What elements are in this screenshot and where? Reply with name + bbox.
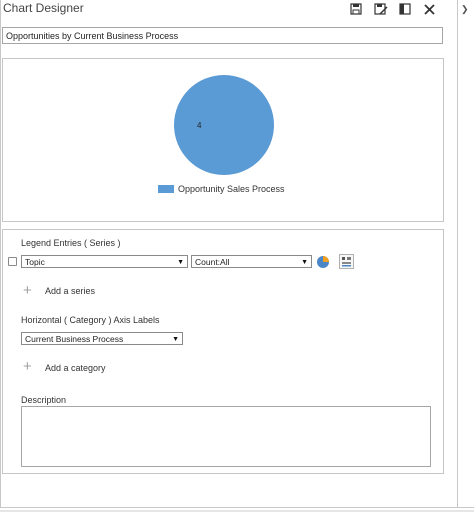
description-label: Description <box>21 395 67 405</box>
description-field[interactable] <box>21 406 431 467</box>
save-and-close-button[interactable] <box>373 1 389 17</box>
category-field-value: Current Business Process <box>25 334 124 344</box>
layout-icon <box>399 3 411 15</box>
toggle-layout-button[interactable] <box>397 1 413 17</box>
series-options-button[interactable] <box>339 254 354 274</box>
chevron-down-icon: ▼ <box>172 336 179 343</box>
category-field-select[interactable]: Current Business Process ▼ <box>21 332 183 345</box>
pie-slice <box>174 75 274 175</box>
add-category-plus-icon[interactable]: + <box>23 359 32 374</box>
chart-type-button[interactable] <box>316 255 330 274</box>
chart-config-panel: Legend Entries ( Series ) Topic ▼ Count:… <box>2 229 444 474</box>
series-aggregate-value: Count:All <box>195 257 230 267</box>
chart-preview-panel: 4 Opportunity Sales Process <box>2 58 444 222</box>
expand-panel-button[interactable]: ❯ <box>461 4 469 15</box>
save-icon <box>350 3 362 15</box>
legend-label: Opportunity Sales Process <box>178 184 285 194</box>
chevron-down-icon: ▼ <box>301 259 308 266</box>
pie-data-label: 4 <box>197 121 202 130</box>
window-right-border <box>457 0 458 508</box>
category-header: Horizontal ( Category ) Axis Labels <box>21 315 160 325</box>
add-series-link[interactable]: Add a series <box>45 286 95 296</box>
series-header: Legend Entries ( Series ) <box>21 238 121 248</box>
series-checkbox[interactable] <box>8 257 17 266</box>
close-button[interactable] <box>421 1 437 17</box>
series-field-value: Topic <box>25 257 45 267</box>
add-category-link[interactable]: Add a category <box>45 363 106 373</box>
chevron-down-icon: ▼ <box>177 259 184 266</box>
save-close-icon <box>374 2 388 15</box>
window-bottom-border <box>0 507 474 508</box>
window-left-border <box>0 0 1 508</box>
window-title: Chart Designer <box>3 1 84 15</box>
series-aggregate-select[interactable]: Count:All ▼ <box>191 255 312 268</box>
save-button[interactable] <box>348 1 364 17</box>
series-field-select[interactable]: Topic ▼ <box>21 255 188 268</box>
series-options-icon <box>339 254 354 269</box>
pie-chart: 4 Opportunity Sales Process <box>158 75 285 194</box>
close-icon <box>423 3 435 15</box>
legend-swatch <box>158 185 174 193</box>
pie-chart-icon <box>317 256 329 268</box>
chevron-right-icon: ❯ <box>461 4 469 14</box>
chart-name-input[interactable] <box>2 27 443 44</box>
add-series-plus-icon[interactable]: + <box>23 283 32 298</box>
